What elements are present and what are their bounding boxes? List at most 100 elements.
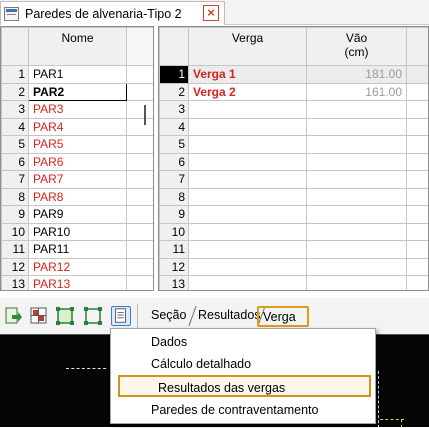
row-index[interactable]: 8 (2, 188, 29, 206)
row-index[interactable]: 1 (160, 66, 189, 84)
table-row[interactable]: 11PAR11 (2, 241, 155, 259)
verga-name-cell[interactable] (189, 101, 307, 119)
table-row[interactable]: 10PAR10 (2, 223, 155, 241)
vao-value-cell[interactable] (307, 206, 407, 224)
name-column-header[interactable]: Nome (29, 28, 127, 66)
wall-name-cell[interactable]: PAR9 (29, 206, 127, 224)
row-index[interactable]: 13 (160, 276, 189, 292)
table-row[interactable]: 13 (160, 276, 429, 292)
verga-name-cell[interactable] (189, 241, 307, 259)
table-row[interactable]: 6PAR6 (2, 153, 155, 171)
wall-name-cell[interactable]: PAR7 (29, 171, 127, 189)
row-index[interactable]: 5 (160, 136, 189, 154)
tab-secao[interactable]: Seção (147, 306, 190, 327)
vao-value-cell[interactable] (307, 223, 407, 241)
vao-value-cell[interactable] (307, 241, 407, 259)
row-index[interactable]: 11 (160, 241, 189, 259)
table-row[interactable]: 1Verga 1181.00 (160, 66, 429, 84)
table-row[interactable]: 4PAR4 (2, 118, 155, 136)
row-index[interactable]: 11 (2, 241, 29, 259)
table-icon[interactable] (29, 306, 49, 326)
close-icon[interactable]: × (203, 5, 219, 21)
row-index[interactable]: 3 (160, 101, 189, 119)
verga-name-cell[interactable] (189, 276, 307, 292)
verga-name-cell[interactable] (189, 136, 307, 154)
vao-value-cell[interactable] (307, 101, 407, 119)
wall-name-cell[interactable]: PAR5 (29, 136, 127, 154)
tab-verga[interactable]: Verga (257, 306, 309, 327)
vao-value-cell[interactable] (307, 136, 407, 154)
menu-item-resultados-vergas[interactable]: Resultados das vergas (118, 375, 371, 397)
wall-name-cell[interactable]: PAR6 (29, 153, 127, 171)
export-icon[interactable] (3, 306, 23, 326)
table-row[interactable]: 12 (160, 258, 429, 276)
wall-name-cell[interactable]: PAR13 (29, 276, 127, 292)
wall-name-cell[interactable]: PAR8 (29, 188, 127, 206)
document-tab[interactable]: Paredes de alvenaria-Tipo 2 × (0, 1, 225, 25)
wall-name-cell[interactable]: PAR11 (29, 241, 127, 259)
table-row[interactable]: 9 (160, 206, 429, 224)
table-row[interactable]: 12PAR12 (2, 258, 155, 276)
vao-value-cell[interactable] (307, 276, 407, 292)
scroll-thumb[interactable] (144, 105, 146, 125)
wall-name-cell[interactable]: PAR10 (29, 223, 127, 241)
vao-value-cell[interactable]: 161.00 (307, 83, 407, 101)
table-row[interactable]: 3PAR3 (2, 101, 155, 119)
row-index[interactable]: 12 (2, 258, 29, 276)
table-row[interactable]: 9PAR9 (2, 206, 155, 224)
table-row[interactable]: 8 (160, 188, 429, 206)
row-index[interactable]: 6 (2, 153, 29, 171)
vao-value-cell[interactable] (307, 153, 407, 171)
row-index[interactable]: 7 (160, 171, 189, 189)
row-index[interactable]: 1 (2, 66, 29, 84)
frame-icon[interactable] (83, 306, 103, 326)
verga-name-cell[interactable] (189, 153, 307, 171)
row-index[interactable]: 9 (160, 206, 189, 224)
row-index[interactable]: 4 (2, 118, 29, 136)
wall-name-cell[interactable]: PAR1 (29, 66, 127, 84)
table-row[interactable]: 2Verga 2161.00 (160, 83, 429, 101)
vao-value-cell[interactable] (307, 258, 407, 276)
table-row[interactable]: 2PAR2 (2, 83, 155, 101)
vao-value-cell[interactable] (307, 118, 407, 136)
table-row[interactable]: 7 (160, 171, 429, 189)
table-row[interactable]: 5PAR5 (2, 136, 155, 154)
row-index[interactable]: 8 (160, 188, 189, 206)
row-index[interactable]: 13 (2, 276, 29, 292)
table-row[interactable]: 6 (160, 153, 429, 171)
verga-name-cell[interactable] (189, 118, 307, 136)
row-index[interactable]: 5 (2, 136, 29, 154)
verga-name-cell[interactable] (189, 188, 307, 206)
table-row[interactable]: 7PAR7 (2, 171, 155, 189)
select-icon[interactable] (55, 306, 75, 326)
wall-name-cell[interactable]: PAR2 (29, 83, 127, 101)
table-row[interactable]: 3 (160, 101, 429, 119)
row-index[interactable]: 6 (160, 153, 189, 171)
row-index[interactable]: 2 (160, 83, 189, 101)
table-row[interactable]: 13PAR13 (2, 276, 155, 292)
vao-value-cell[interactable]: 181.00 (307, 66, 407, 84)
document-icon[interactable] (111, 306, 131, 326)
table-row[interactable]: 11 (160, 241, 429, 259)
verga-name-cell[interactable]: Verga 2 (189, 83, 307, 101)
vao-value-cell[interactable] (307, 171, 407, 189)
wall-name-cell[interactable]: PAR12 (29, 258, 127, 276)
row-index[interactable]: 4 (160, 118, 189, 136)
wall-name-cell[interactable]: PAR4 (29, 118, 127, 136)
verga-name-cell[interactable] (189, 171, 307, 189)
table-row[interactable]: 1PAR1 (2, 66, 155, 84)
verga-name-cell[interactable]: Verga 1 (189, 66, 307, 84)
menu-item-dados[interactable]: Dados (111, 331, 375, 353)
row-index[interactable]: 9 (2, 206, 29, 224)
row-index[interactable]: 3 (2, 101, 29, 119)
menu-item-calculo-detalhado[interactable]: Cálculo detalhado (111, 353, 375, 375)
table-row[interactable]: 10 (160, 223, 429, 241)
table-row[interactable]: 8PAR8 (2, 188, 155, 206)
vergas-grid[interactable]: Verga Vão (cm) 1Verga 1181.002Verga 2161… (158, 26, 429, 291)
vao-column-header[interactable]: Vão (cm) (307, 28, 407, 66)
menu-item-paredes-contraventamento[interactable]: Paredes de contraventamento (111, 399, 375, 421)
verga-column-header[interactable]: Verga (189, 28, 307, 66)
row-index[interactable]: 12 (160, 258, 189, 276)
verga-name-cell[interactable] (189, 258, 307, 276)
wall-name-cell[interactable]: PAR3 (29, 101, 127, 119)
